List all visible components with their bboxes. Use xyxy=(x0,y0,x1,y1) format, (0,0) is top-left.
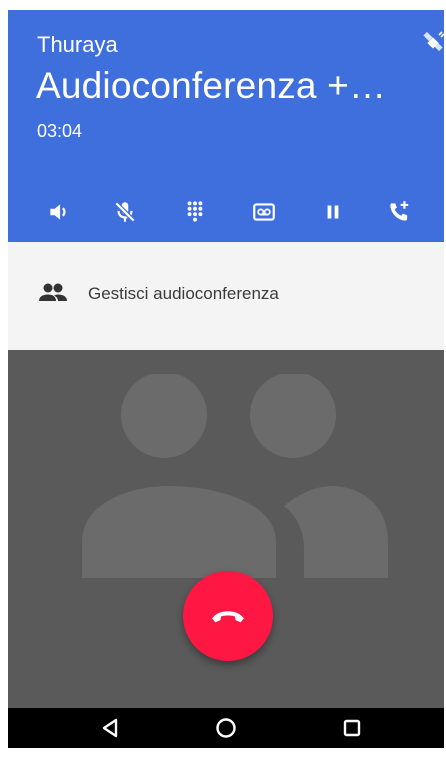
home-icon xyxy=(216,718,236,738)
navigation-bar xyxy=(8,708,444,748)
recents-icon xyxy=(343,719,361,737)
group-avatar-icon xyxy=(82,374,388,578)
provider-label: Thuraya xyxy=(37,32,118,57)
manage-conference-row[interactable]: Gestisci audioconferenza xyxy=(8,242,444,350)
back-icon xyxy=(102,718,118,738)
incall-screen: Thuraya Audioconferenza +… 03:04 Gestisc… xyxy=(8,10,444,748)
home-button[interactable] xyxy=(210,714,242,742)
speaker-button[interactable] xyxy=(39,192,79,232)
speaker-icon xyxy=(50,204,66,220)
call-controls xyxy=(8,192,444,232)
voicemail-button[interactable] xyxy=(244,192,284,232)
mute-button[interactable] xyxy=(105,192,145,232)
add-call-icon xyxy=(390,201,409,221)
conference-title: Audioconferenza +… xyxy=(36,65,387,106)
end-call-button[interactable] xyxy=(183,571,273,661)
mic-off-icon xyxy=(114,201,136,223)
people-icon xyxy=(39,283,67,301)
phone-screen: Thuraya Audioconferenza +… 03:04 Gestisc… xyxy=(0,0,446,760)
add-call-button[interactable] xyxy=(379,192,419,232)
dialpad-button[interactable] xyxy=(175,192,215,232)
pause-icon xyxy=(327,205,339,219)
call-header: Thuraya Audioconferenza +… 03:04 xyxy=(8,10,444,242)
recents-button[interactable] xyxy=(336,714,368,742)
dialpad-icon xyxy=(187,201,203,222)
hold-button[interactable] xyxy=(313,192,353,232)
satellite-icon xyxy=(423,31,444,52)
voicemail-icon xyxy=(253,203,275,221)
call-timer: 03:04 xyxy=(37,121,83,141)
back-button[interactable] xyxy=(94,714,126,742)
manage-conference-label: Gestisci audioconferenza xyxy=(88,284,279,303)
call-end-icon xyxy=(212,611,244,623)
